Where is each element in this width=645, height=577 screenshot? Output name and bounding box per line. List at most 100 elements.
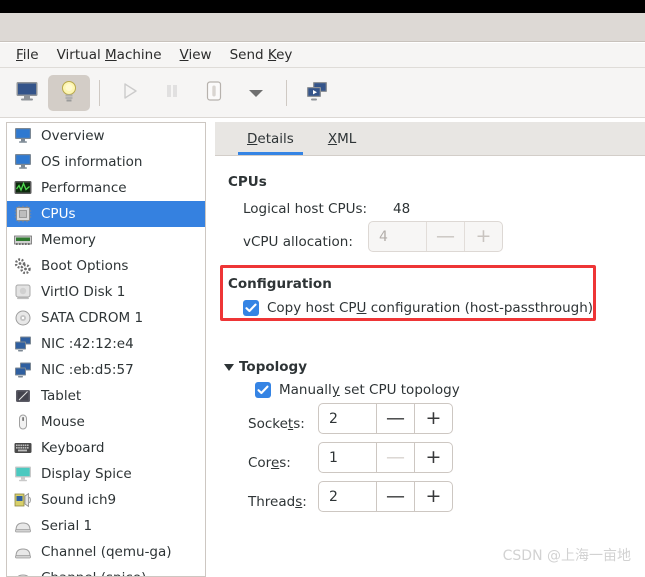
mouse-icon [13, 413, 33, 431]
triangle-down-icon[interactable] [224, 363, 234, 371]
sidebar-item-label: Boot Options [41, 258, 129, 274]
lightbulb-icon [58, 79, 80, 107]
sidebar-item-memory[interactable]: Memory [7, 227, 205, 253]
sidebar-item-nic-42-12-e4[interactable]: NIC :42:12:e4 [7, 331, 205, 357]
sidebar-item-sata-cdrom-1[interactable]: SATA CDROM 1 [7, 305, 205, 331]
menu-virtual-machine[interactable]: Virtual Machine [49, 45, 170, 66]
threads-value[interactable]: 2 [319, 482, 376, 511]
sidebar-item-channel-qemu-ga[interactable]: Channel (qemu-ga) [7, 539, 205, 565]
run-button[interactable] [109, 75, 151, 111]
cdrom-icon [13, 309, 33, 327]
window-titlebar[interactable] [0, 13, 645, 42]
details-content: CPUs Logical host CPUs: 48 vCPU allocati… [215, 156, 645, 577]
cpu-chip-icon [13, 205, 33, 223]
sidebar-item-label: Channel (spice) [41, 570, 146, 576]
menu-send-key[interactable]: Send Key [222, 45, 301, 66]
shutdown-menu-button[interactable] [235, 75, 277, 111]
snapshots-button[interactable] [296, 75, 338, 111]
display-icon [13, 465, 33, 483]
sockets-spinner[interactable]: 2 — + [318, 403, 453, 434]
show-details-button[interactable] [48, 74, 90, 111]
copy-host-cpu-checkbox[interactable] [243, 300, 259, 316]
sidebar-item-display-spice[interactable]: Display Spice [7, 461, 205, 487]
monitor-icon [15, 80, 39, 106]
menu-file[interactable]: File [8, 45, 47, 66]
sidebar-item-tablet[interactable]: Tablet [7, 383, 205, 409]
sockets-label: Sockets: [248, 416, 305, 432]
pause-icon [163, 82, 181, 104]
virt-manager-window: File Virtual Machine View Send Key Overv… [0, 0, 645, 577]
sidebar-item-label: Display Spice [41, 466, 132, 482]
sidebar-item-os-information[interactable]: OS information [7, 149, 205, 175]
sidebar-item-label: Tablet [41, 388, 82, 404]
serial-port-icon [13, 517, 33, 535]
play-icon [120, 81, 140, 105]
sidebar-item-serial-1[interactable]: Serial 1 [7, 513, 205, 539]
pause-button[interactable] [151, 75, 193, 111]
screens-icon [305, 80, 329, 106]
vcpu-allocation-label: vCPU allocation: [243, 234, 353, 250]
copy-host-cpu-label: Copy host CPU configuration (host-passth… [267, 300, 594, 316]
chevron-down-icon [248, 83, 264, 102]
gears-icon [13, 257, 33, 275]
sidebar-item-mouse[interactable]: Mouse [7, 409, 205, 435]
sidebar-item-label: Memory [41, 232, 96, 248]
sidebar-item-virtio-disk-1[interactable]: VirtIO Disk 1 [7, 279, 205, 305]
hardware-list[interactable]: Overview OS information Performance CPUs… [6, 122, 206, 577]
sound-icon [13, 491, 33, 509]
vcpu-allocation-spinner[interactable]: 4 — + [368, 221, 503, 252]
manual-topology-checkbox-row[interactable]: Manually set CPU topology [255, 382, 460, 398]
manual-topology-label: Manually set CPU topology [279, 382, 460, 398]
sidebar-item-sound-ich9[interactable]: Sound ich9 [7, 487, 205, 513]
cpus-section-title: CPUs [228, 174, 267, 190]
performance-graph-icon [13, 179, 33, 197]
sidebar-item-keyboard[interactable]: Keyboard [7, 435, 205, 461]
vcpu-allocation-increment-button[interactable]: + [464, 222, 502, 251]
menu-view[interactable]: View [172, 45, 220, 66]
manual-topology-checkbox[interactable] [255, 382, 271, 398]
sockets-value[interactable]: 2 [319, 404, 376, 433]
sockets-decrement-button[interactable]: — [376, 404, 414, 433]
sockets-increment-button[interactable]: + [414, 404, 452, 433]
screen-top-black-bar [0, 0, 645, 13]
hard-disk-icon [13, 283, 33, 301]
sidebar-item-overview[interactable]: Overview [7, 123, 205, 149]
power-icon [204, 80, 224, 106]
shutdown-button[interactable] [193, 75, 235, 111]
copy-host-cpu-checkbox-row[interactable]: Copy host CPU configuration (host-passth… [243, 300, 593, 316]
threads-decrement-button[interactable]: — [376, 482, 414, 511]
serial-port-icon [13, 543, 33, 561]
cores-decrement-button[interactable]: — [376, 443, 414, 472]
show-console-button[interactable] [6, 75, 48, 111]
threads-increment-button[interactable]: + [414, 482, 452, 511]
tab-details[interactable]: Details [235, 127, 306, 155]
toolbar [0, 68, 645, 118]
sidebar-item-label: SATA CDROM 1 [41, 310, 144, 326]
serial-port-icon [13, 569, 33, 576]
details-panel: Details XML CPUs Logical host CPUs: 48 v… [215, 122, 645, 577]
sidebar-item-nic-eb-d5-57[interactable]: NIC :eb:d5:57 [7, 357, 205, 383]
cores-spinner[interactable]: 1 — + [318, 442, 453, 473]
monitor-icon [13, 153, 33, 171]
vcpu-allocation-decrement-button[interactable]: — [426, 222, 464, 251]
logical-host-cpus-value: 48 [393, 201, 411, 217]
sidebar-item-boot-options[interactable]: Boot Options [7, 253, 205, 279]
tab-bar: Details XML [215, 122, 645, 156]
sidebar-item-label: Serial 1 [41, 518, 93, 534]
topology-section-title: Topology [239, 359, 307, 375]
sidebar-item-cpus[interactable]: CPUs [7, 201, 205, 227]
cores-value[interactable]: 1 [319, 443, 376, 472]
network-icon [13, 335, 33, 353]
threads-spinner[interactable]: 2 — + [318, 481, 453, 512]
cores-increment-button[interactable]: + [414, 443, 452, 472]
sidebar-item-label: NIC :eb:d5:57 [41, 362, 134, 378]
sidebar-item-channel-spice[interactable]: Channel (spice) [7, 565, 205, 576]
sidebar-item-label: Overview [41, 128, 105, 144]
vcpu-allocation-value[interactable]: 4 [369, 222, 426, 251]
tab-xml[interactable]: XML [316, 127, 368, 155]
topology-disclosure-row[interactable]: Topology [224, 359, 307, 375]
sidebar-item-label: Keyboard [41, 440, 105, 456]
cores-label: Cores: [248, 455, 291, 471]
sidebar-item-label: Performance [41, 180, 127, 196]
sidebar-item-performance[interactable]: Performance [7, 175, 205, 201]
